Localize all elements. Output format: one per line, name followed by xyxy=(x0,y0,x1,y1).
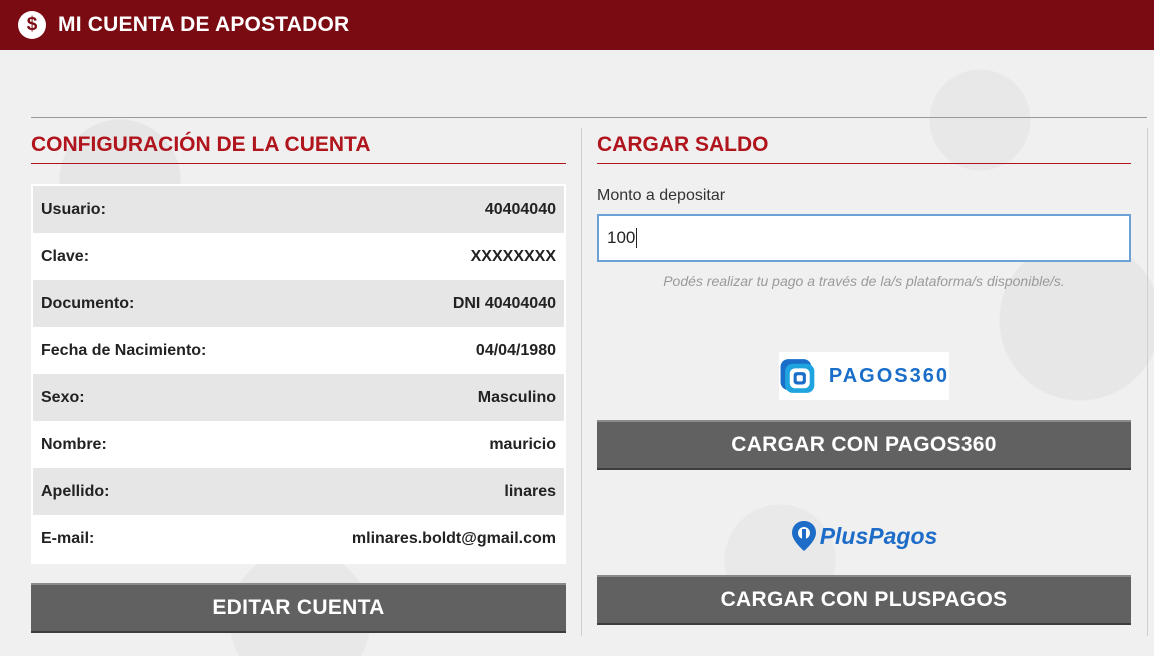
row-label: E-mail: xyxy=(41,529,95,547)
location-pin-icon xyxy=(791,521,816,551)
page-header: $ MI CUENTA DE APOSTADOR xyxy=(0,0,1154,50)
table-row: Sexo: Masculino xyxy=(33,374,564,421)
pagos360-logo: PAGOS360 xyxy=(597,352,1131,400)
row-value: 04/04/1980 xyxy=(475,341,556,359)
pluspagos-logo: PlusPagos xyxy=(597,516,1131,556)
load-balance-title: CARGAR SALDO xyxy=(597,118,1131,164)
column-divider xyxy=(581,128,582,636)
account-info-table: Usuario: 40404040 Clave: XXXXXXXX Docume… xyxy=(31,184,566,564)
table-row: Apellido: linares xyxy=(33,468,564,515)
row-label: Sexo: xyxy=(41,388,85,406)
pagos360-icon xyxy=(780,359,815,393)
pluspagos-wordmark: PlusPagos xyxy=(819,522,938,549)
table-row: Documento: DNI 40404040 xyxy=(33,280,564,327)
load-pagos360-button[interactable]: CARGAR CON PAGOS360 xyxy=(597,420,1131,470)
page-title: MI CUENTA DE APOSTADOR xyxy=(58,13,350,36)
row-value: DNI 40404040 xyxy=(452,294,556,312)
row-label: Clave: xyxy=(41,247,90,265)
table-row: Usuario: 40404040 xyxy=(33,186,564,233)
row-value: 40404040 xyxy=(484,200,556,218)
account-settings-title: CONFIGURACIÓN DE LA CUENTA xyxy=(31,118,566,164)
row-label: Usuario: xyxy=(41,200,106,218)
row-value: linares xyxy=(504,482,556,500)
load-balance-section: CARGAR SALDO Monto a depositar 100 Podés… xyxy=(597,118,1131,625)
row-value: mauricio xyxy=(489,435,556,453)
load-pluspagos-button[interactable]: CARGAR CON PLUSPAGOS xyxy=(597,575,1131,625)
text-caret xyxy=(636,228,638,248)
amount-label: Monto a depositar xyxy=(597,187,726,204)
pagos360-wordmark: PAGOS360 xyxy=(828,364,949,387)
row-label: Fecha de Nacimiento: xyxy=(41,341,207,359)
row-label: Documento: xyxy=(41,294,135,312)
table-row: E-mail: mlinares.boldt@gmail.com xyxy=(33,515,564,562)
row-label: Apellido: xyxy=(41,482,110,500)
payment-hint: Podés realizar tu pago a través de la/s … xyxy=(663,273,1065,289)
amount-value: 100 xyxy=(607,228,636,247)
table-row: Fecha de Nacimiento: 04/04/1980 xyxy=(33,327,564,374)
row-value: mlinares.boldt@gmail.com xyxy=(351,529,556,547)
amount-input[interactable]: 100 xyxy=(597,214,1131,262)
table-row: Nombre: mauricio xyxy=(33,421,564,468)
row-value: XXXXXXXX xyxy=(470,247,556,265)
account-settings-section: CONFIGURACIÓN DE LA CUENTA Usuario: 4040… xyxy=(31,118,566,633)
row-label: Nombre: xyxy=(41,435,107,453)
dollar-coin-icon: $ xyxy=(18,11,46,39)
edit-account-button[interactable]: EDITAR CUENTA xyxy=(31,583,566,633)
table-row: Clave: XXXXXXXX xyxy=(33,233,564,280)
row-value: Masculino xyxy=(477,388,556,406)
panel-right-border xyxy=(1147,128,1148,636)
